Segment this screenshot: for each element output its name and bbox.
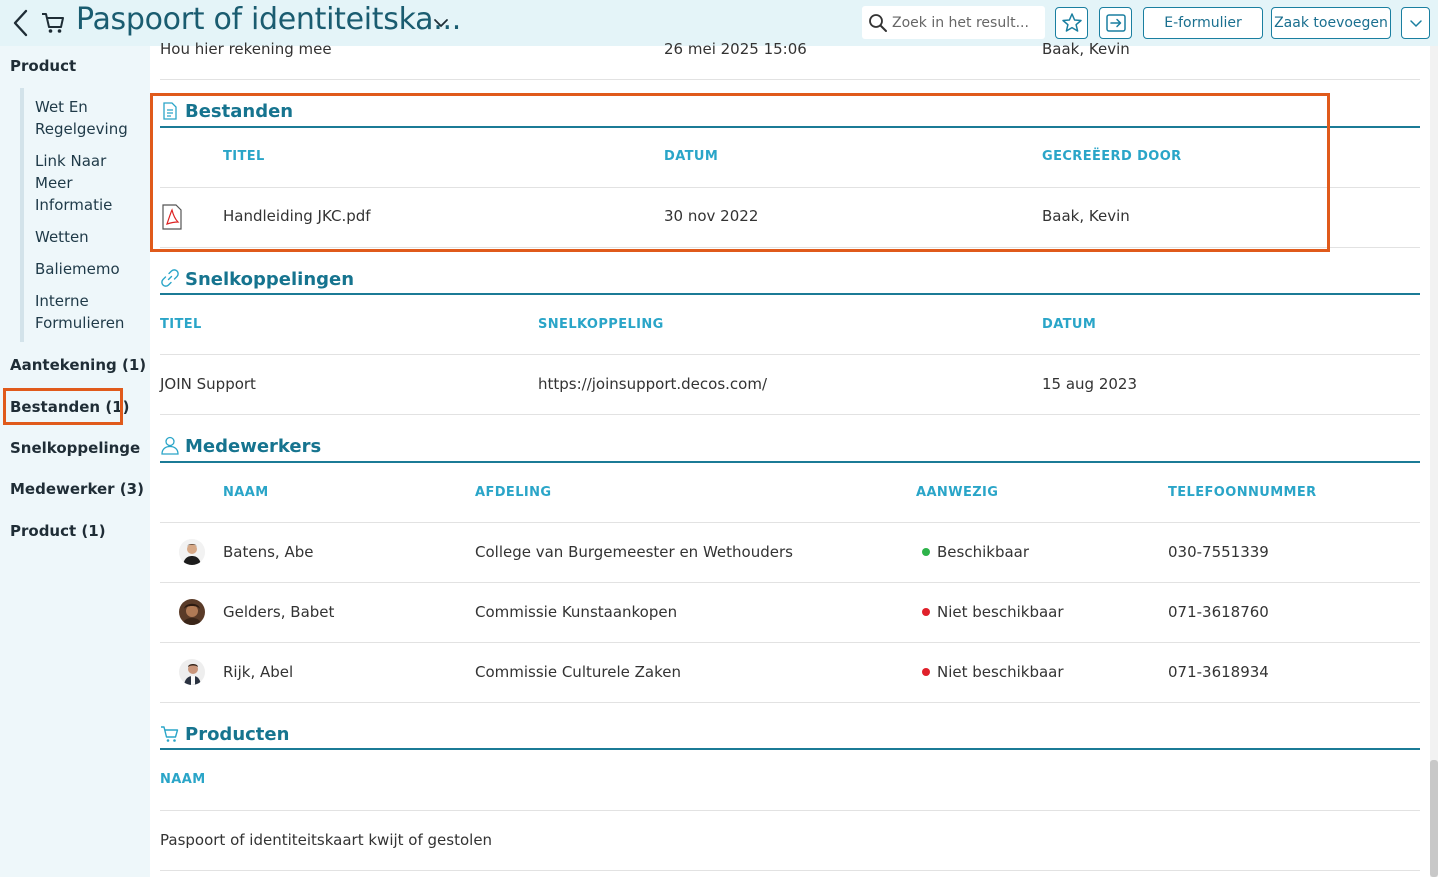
- divider: [160, 414, 1420, 415]
- cart-icon: [42, 13, 64, 33]
- sidebar-highlight-box: [3, 388, 123, 425]
- section-title-snelkoppelingen: Snelkoppelingen: [185, 269, 355, 290]
- favorite-button[interactable]: [1055, 7, 1088, 39]
- search-box[interactable]: [862, 6, 1045, 39]
- employee-name: Rijk, Abel: [223, 663, 294, 681]
- section-title-producten: Producten: [185, 724, 290, 745]
- bestanden-highlight-box: [150, 93, 1330, 252]
- top-row-date: 26 mei 2025 15:06: [664, 40, 807, 58]
- divider: [160, 702, 1420, 703]
- employee-department: Commissie Kunstaankopen: [475, 603, 678, 621]
- section-title-medewerkers: Medewerkers: [185, 436, 322, 457]
- shortcut-title: JOIN Support: [160, 375, 256, 393]
- employee-department: Commissie Culturele Zaken: [475, 663, 681, 681]
- employee-name: Gelders, Babet: [223, 603, 335, 621]
- sidebar-item-snelkoppelingen[interactable]: Snelkoppelinge...: [10, 439, 140, 457]
- e-formulier-button[interactable]: E-formulier: [1143, 7, 1263, 39]
- column-header-snelkoppeling[interactable]: SNELKOPPELING: [538, 317, 664, 332]
- employee-phone: 071-3618760: [1168, 603, 1269, 621]
- employee-status: Niet beschikbaar: [922, 663, 1064, 681]
- column-header-datum[interactable]: DATUM: [1042, 317, 1096, 332]
- sidebar-item-product[interactable]: Product: [10, 57, 76, 75]
- star-icon: [1061, 13, 1082, 32]
- sidebar-sub-baliememo[interactable]: Baliememo: [35, 258, 120, 280]
- employee-name: Batens, Abe: [223, 543, 314, 561]
- employee-department: College van Burgemeester en Wethouders: [475, 543, 793, 561]
- status-dot-unavailable: [922, 608, 930, 616]
- column-header-aanwezig[interactable]: AANWEZIG: [916, 485, 998, 500]
- sidebar-sub-wet-en-regelgeving[interactable]: Wet En Regelgeving: [35, 96, 135, 140]
- shortcut-url-link[interactable]: https://joinsupport.decos.com/: [538, 375, 767, 393]
- section-underline: [160, 293, 1420, 295]
- user-icon: [161, 436, 179, 455]
- page-title: Paspoort of identiteitska...: [76, 2, 461, 37]
- status-text: Niet beschikbaar: [937, 663, 1064, 681]
- chevron-down-icon: [1409, 20, 1422, 28]
- chevron-down-icon[interactable]: [432, 14, 450, 32]
- divider: [160, 582, 1420, 583]
- shortcut-date: 15 aug 2023: [1042, 375, 1138, 393]
- column-header-afdeling[interactable]: AFDELING: [475, 485, 551, 500]
- divider: [160, 79, 1420, 80]
- search-input[interactable]: [892, 14, 1042, 31]
- divider: [160, 870, 1420, 871]
- sidebar-sub-rule: [20, 88, 24, 342]
- divider: [160, 522, 1420, 523]
- divider: [160, 354, 1420, 355]
- divider: [160, 810, 1420, 811]
- scrollbar-track[interactable]: [1430, 46, 1438, 877]
- employee-phone: 071-3618934: [1168, 663, 1269, 681]
- status-text: Niet beschikbaar: [937, 603, 1064, 621]
- column-header-titel[interactable]: TITEL: [160, 317, 202, 332]
- employee-status: Beschikbaar: [922, 543, 1029, 561]
- column-header-telefoonnummer[interactable]: TELEFOONNUMMER: [1168, 485, 1317, 500]
- export-icon: [1105, 14, 1126, 32]
- back-arrow-icon[interactable]: [10, 8, 32, 38]
- search-icon: [869, 13, 887, 32]
- avatar: [179, 599, 205, 625]
- avatar: [179, 659, 205, 685]
- cart-icon: [161, 726, 179, 742]
- column-header-naam[interactable]: NAAM: [223, 485, 269, 500]
- sidebar-sub-interne-formulieren[interactable]: Interne Formulieren: [35, 290, 135, 334]
- zaak-toevoegen-button[interactable]: Zaak toevoegen: [1271, 7, 1391, 39]
- section-underline: [160, 461, 1420, 463]
- column-header-naam[interactable]: NAAM: [160, 772, 206, 787]
- scrollbar-thumb[interactable]: [1430, 760, 1438, 877]
- sidebar-sub-wetten[interactable]: Wetten: [35, 226, 89, 248]
- more-button[interactable]: [1401, 7, 1430, 39]
- link-icon: [161, 269, 179, 287]
- product-name-link[interactable]: Paspoort of identiteitskaart kwijt of ge…: [160, 831, 492, 849]
- status-dot-available: [922, 548, 930, 556]
- status-text: Beschikbaar: [937, 543, 1030, 561]
- top-row-author: Baak, Kevin: [1042, 40, 1130, 58]
- sidebar-item-medewerker[interactable]: Medewerker (3): [10, 480, 144, 498]
- divider: [160, 642, 1420, 643]
- employee-phone: 030-7551339: [1168, 543, 1269, 561]
- employee-status: Niet beschikbaar: [922, 603, 1064, 621]
- export-button[interactable]: [1099, 7, 1132, 39]
- avatar: [179, 539, 205, 565]
- sidebar-item-aantekening[interactable]: Aantekening (1): [10, 356, 146, 374]
- status-dot-unavailable: [922, 668, 930, 676]
- sidebar-sub-link-naar-meer-informatie[interactable]: Link Naar Meer Informatie: [35, 150, 125, 216]
- top-row-text: Hou hier rekening mee: [160, 40, 332, 58]
- sidebar-item-product-count[interactable]: Product (1): [10, 522, 106, 540]
- section-underline: [160, 748, 1420, 750]
